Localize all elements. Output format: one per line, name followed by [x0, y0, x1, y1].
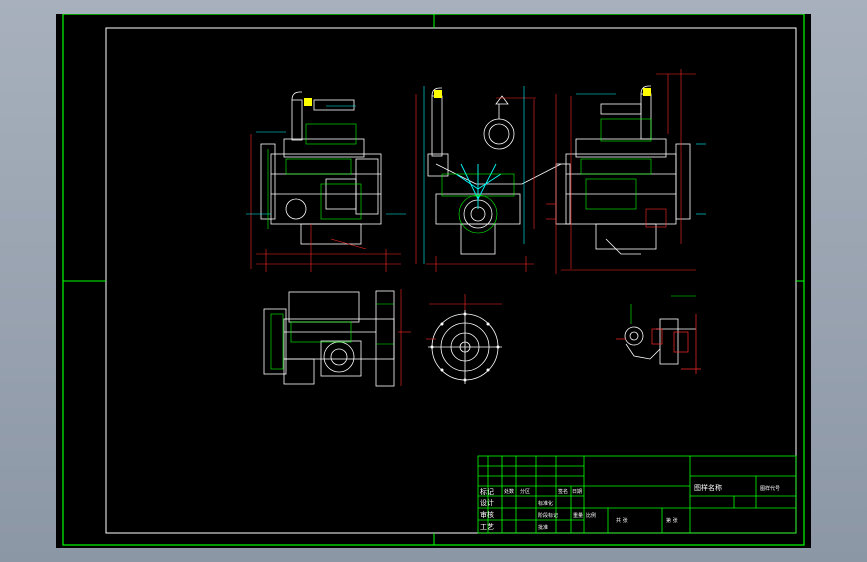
side-view-right — [546, 69, 706, 274]
flywheel-view — [426, 294, 502, 384]
front-view — [415, 86, 562, 272]
drawing-canvas: 标记 处数 分区 签名 日期 设计 标准化 审核 工艺 阶段标记 批准 重量 比… — [62, 14, 805, 546]
detail-view — [616, 295, 701, 374]
label-sheet-total: 共 张 — [616, 517, 628, 524]
label-drawing-no: 图样代号 — [760, 485, 780, 492]
label-signature: 签名 — [558, 488, 568, 495]
label-date: 日期 — [572, 489, 582, 495]
outer-frame — [62, 14, 805, 546]
label-drawing-name: 图样名称 — [694, 483, 722, 492]
side-view-left — [246, 91, 406, 272]
label-mark: 标记 — [480, 487, 494, 496]
top-view — [263, 289, 411, 387]
label-standardize: 标准化 — [538, 500, 553, 507]
label-approve: 批准 — [538, 524, 548, 531]
title-block-labels: 标记 处数 分区 签名 日期 设计 标准化 审核 工艺 阶段标记 批准 重量 比… — [480, 483, 780, 531]
label-process: 工艺 — [480, 523, 494, 531]
label-count: 处数 — [504, 488, 514, 495]
label-division: 分区 — [520, 488, 530, 495]
drawing-sheet: 标记 处数 分区 签名 日期 设计 标准化 审核 工艺 阶段标记 批准 重量 比… — [56, 14, 811, 548]
label-scale: 比例 — [586, 512, 596, 519]
label-design: 设计 — [480, 498, 494, 507]
label-review: 审核 — [480, 510, 494, 519]
cad-viewport[interactable]: 标记 处数 分区 签名 日期 设计 标准化 审核 工艺 阶段标记 批准 重量 比… — [0, 0, 867, 562]
label-stage-mark: 阶段标记 — [538, 512, 558, 519]
label-weight: 重量 — [573, 512, 583, 519]
centering-marks — [63, 14, 804, 545]
label-sheet-no: 第 张 — [666, 517, 678, 524]
inner-frame — [105, 27, 797, 534]
